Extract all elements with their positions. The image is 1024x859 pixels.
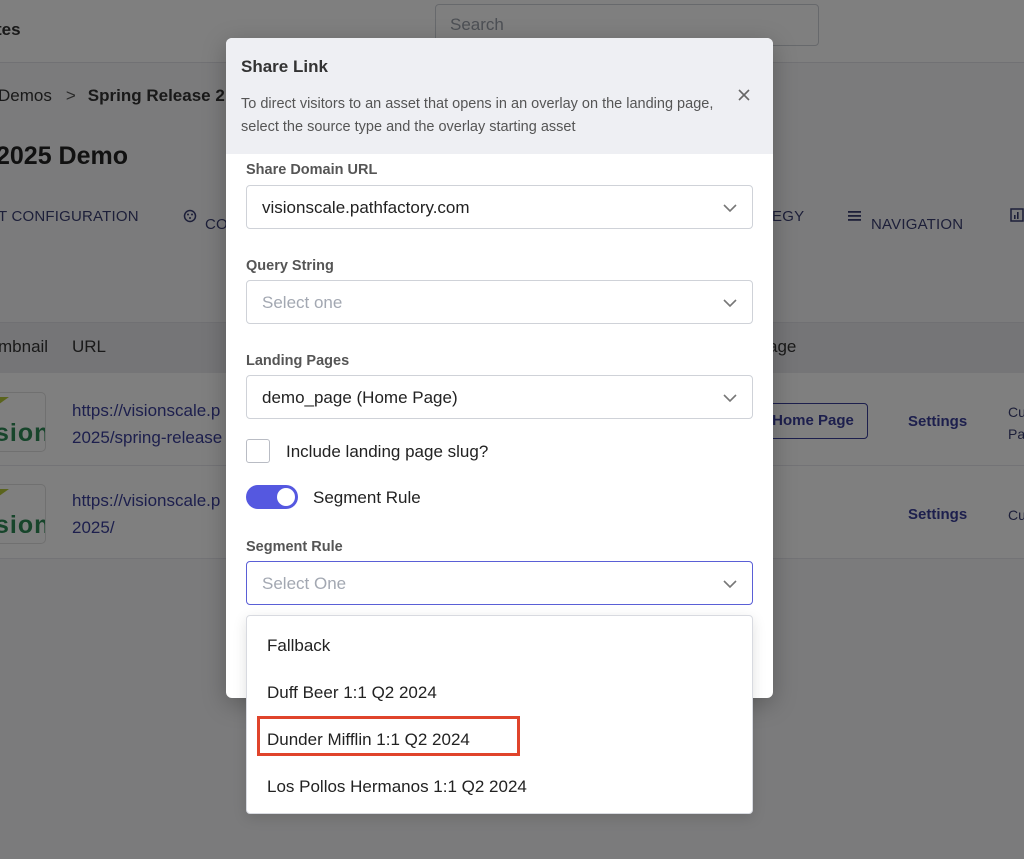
segment-rule-select[interactable]: Select One <box>246 561 753 605</box>
share-link-modal: Share Link To direct visitors to an asse… <box>226 38 773 698</box>
include-slug-checkbox[interactable] <box>246 439 270 463</box>
include-slug-label[interactable]: Include landing page slug? <box>286 442 488 462</box>
query-string-placeholder: Select one <box>262 293 343 312</box>
close-icon[interactable] <box>734 85 754 105</box>
share-domain-value: visionscale.pathfactory.com <box>262 198 470 217</box>
segment-toggle-label: Segment Rule <box>313 488 421 507</box>
segment-rule-dropdown: Fallback Duff Beer 1:1 Q2 2024 Dunder Mi… <box>246 615 753 814</box>
dropdown-option-duff-beer[interactable]: Duff Beer 1:1 Q2 2024 <box>267 683 437 703</box>
dropdown-option-fallback[interactable]: Fallback <box>267 636 330 656</box>
query-string-label: Query String <box>246 258 334 274</box>
chevron-down-icon <box>723 204 737 213</box>
share-domain-select[interactable]: visionscale.pathfactory.com <box>246 185 753 229</box>
landing-pages-select[interactable]: demo_page (Home Page) <box>246 375 753 419</box>
toggle-knob <box>277 488 295 506</box>
chevron-down-icon <box>723 299 737 308</box>
segment-rule-toggle[interactable] <box>246 485 298 509</box>
modal-title: Share Link <box>241 57 328 76</box>
chevron-down-icon <box>723 394 737 403</box>
modal-description: To direct visitors to an asset that open… <box>241 96 714 135</box>
query-string-select[interactable]: Select one <box>246 280 753 324</box>
dropdown-option-los-pollos[interactable]: Los Pollos Hermanos 1:1 Q2 2024 <box>267 777 527 797</box>
segment-rule-placeholder: Select One <box>262 574 347 593</box>
chevron-down-icon <box>723 580 737 589</box>
highlight-annotation <box>257 716 520 756</box>
modal-header: Share Link To direct visitors to an asse… <box>226 38 773 154</box>
landing-pages-label: Landing Pages <box>246 353 350 369</box>
share-domain-label: Share Domain URL <box>246 162 378 178</box>
landing-pages-value: demo_page (Home Page) <box>262 388 458 407</box>
segment-rule-label: Segment Rule <box>246 539 343 555</box>
